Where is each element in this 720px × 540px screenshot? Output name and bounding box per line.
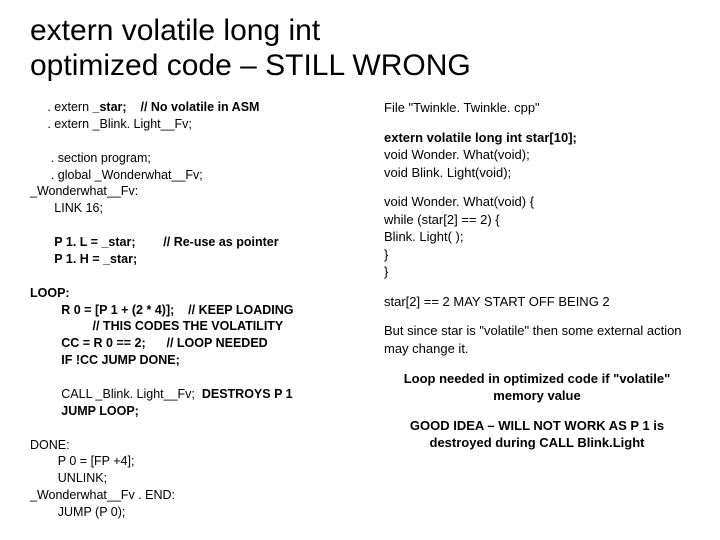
l2: . extern _Blink. Light__Fv;	[30, 117, 192, 131]
blank3	[30, 269, 33, 283]
l8: P 1. H = _star;	[30, 252, 137, 266]
l19: _Wonderwhat__Fv . END:	[30, 488, 175, 502]
l1c: // No volatile in ASM	[127, 100, 260, 114]
l10: R 0 = [P 1 + (2 * 4)]; // KEEP LOADING	[30, 303, 294, 317]
note-start-off: star[2] == 2 MAY START OFF BEING 2	[384, 293, 690, 311]
l12: CC = R 0 == 2; // LOOP NEEDED	[30, 336, 268, 350]
l15: JUMP LOOP;	[30, 404, 139, 418]
l17: P 0 = [FP +4];	[30, 454, 134, 468]
slide-title: extern volatile long int optimized code …	[30, 14, 690, 83]
fn-line-5: }	[384, 264, 388, 279]
content-columns: . extern _star; // No volatile in ASM . …	[30, 99, 690, 521]
l9: LOOP:	[30, 286, 70, 300]
l16: DONE:	[30, 438, 70, 452]
l18: UNLINK;	[30, 471, 107, 485]
left-code-column: . extern _star; // No volatile in ASM . …	[30, 99, 360, 521]
blank2	[30, 218, 33, 232]
function-block: void Wonder. What(void) { while (star[2]…	[384, 193, 690, 281]
fn-line-1: void Wonder. What(void) {	[384, 194, 534, 209]
blank4	[30, 370, 33, 384]
right-text-column: File "Twinkle. Twinkle. cpp" extern vola…	[384, 99, 690, 521]
declarations-block: extern volatile long int star[10]; void …	[384, 129, 690, 182]
l13: IF !CC JUMP DONE;	[30, 353, 180, 367]
l7: P 1. L = _star; // Re-use as pointer	[30, 235, 279, 249]
decl-line-2: void Wonder. What(void);	[384, 147, 530, 162]
l14a: CALL _Blink. Light__Fv;	[30, 387, 202, 401]
fn-line-3: Blink. Light( );	[384, 229, 463, 244]
l1a: . extern	[30, 100, 93, 114]
file-caption: File "Twinkle. Twinkle. cpp"	[384, 99, 690, 117]
blank1	[30, 134, 33, 148]
l11: // THIS CODES THE VOLATILITY	[30, 319, 283, 333]
note-volatile-external: But since star is "volatile" then some e…	[384, 322, 690, 357]
l5: _Wonderwhat__Fv:	[30, 184, 138, 198]
l4: . global _Wonderwhat__Fv;	[30, 168, 203, 182]
l1b: _star;	[93, 100, 127, 114]
note-good-idea: GOOD IDEA – WILL NOT WORK AS P 1 is dest…	[384, 417, 690, 452]
decl-line-1: extern volatile long int star[10];	[384, 130, 577, 145]
decl-line-3: void Blink. Light(void);	[384, 165, 511, 180]
fn-line-2: while (star[2] == 2) {	[384, 212, 500, 227]
fn-line-4: }	[384, 247, 388, 262]
blank5	[30, 421, 33, 435]
l20: JUMP (P 0);	[30, 505, 125, 519]
l14b: DESTROYS P 1	[202, 387, 293, 401]
l6: LINK 16;	[30, 201, 103, 215]
l3: . section program;	[30, 151, 151, 165]
note-loop-needed: Loop needed in optimized code if "volati…	[384, 370, 690, 405]
